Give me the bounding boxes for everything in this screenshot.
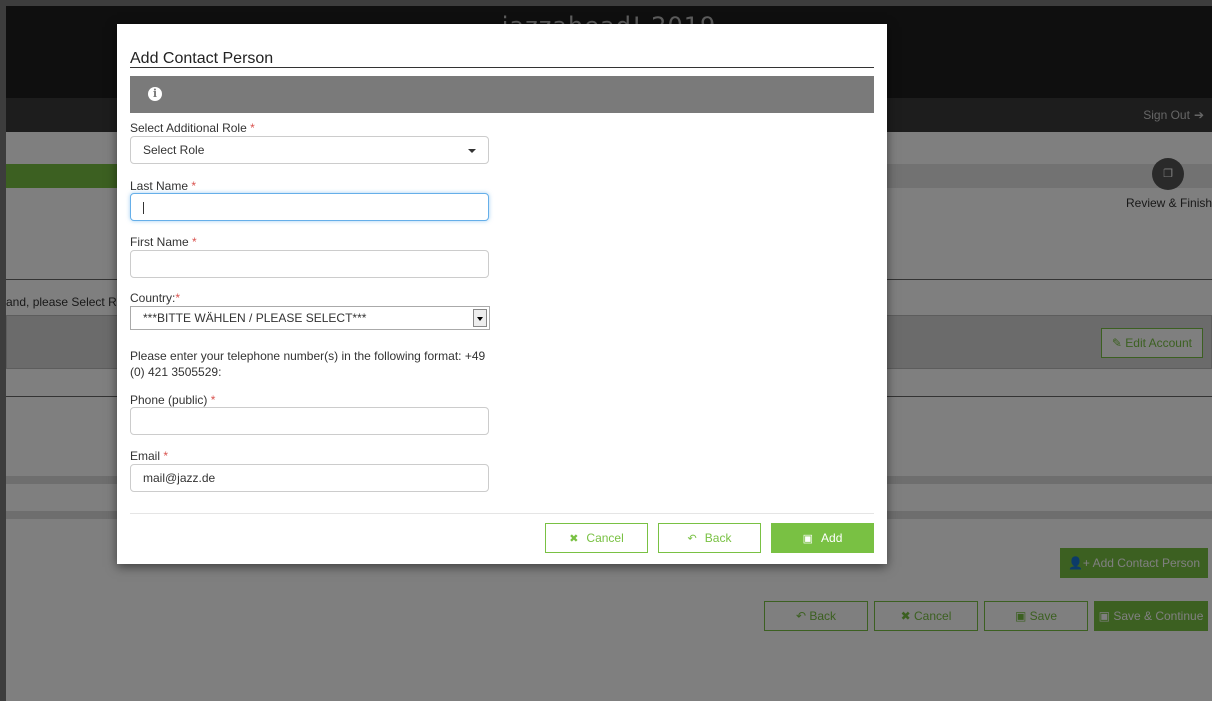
modal-title: Add Contact Person (130, 50, 274, 67)
modal-cancel-label: Cancel (586, 531, 624, 545)
role-select-value: Select Role (143, 143, 205, 157)
dropdown-arrow-icon[interactable] (473, 309, 487, 327)
email-value: mail@jazz.de (143, 471, 216, 485)
modal-back-label: Back (704, 531, 732, 545)
modal-cancel-button[interactable]: ✖ Cancel (545, 523, 648, 553)
add-contact-modal: Add Contact Person i Select Additional R… (117, 24, 887, 564)
email-label-text: Email (130, 449, 161, 463)
times-icon: ✖ (569, 533, 579, 545)
country-label: Country:* (130, 291, 180, 305)
required-marker: * (210, 393, 216, 407)
email-label: Email * (130, 449, 168, 463)
required-marker: * (191, 179, 197, 193)
role-label-text: Select Additional Role (130, 121, 247, 135)
first-name-input[interactable] (130, 250, 489, 278)
reply-icon: ↶ (687, 533, 697, 545)
role-select[interactable]: Select Role (130, 136, 489, 164)
caret-down-icon (468, 149, 476, 153)
last-name-label: Last Name * (130, 179, 196, 193)
last-name-input[interactable] (130, 193, 489, 221)
title-divider (130, 67, 874, 68)
modal-back-button[interactable]: ↶ Back (658, 523, 761, 553)
modal-add-button[interactable]: ▣ Add (771, 523, 874, 553)
email-input[interactable]: mail@jazz.de (130, 464, 489, 492)
last-name-label-text: Last Name (130, 179, 189, 193)
save-icon: ▣ (802, 533, 814, 545)
required-marker: * (163, 449, 169, 463)
country-select-value: ***BITTE WÄHLEN / PLEASE SELECT*** (143, 311, 367, 325)
role-label: Select Additional Role * (130, 121, 255, 135)
text-cursor (143, 201, 144, 214)
info-bar: i (130, 76, 874, 113)
first-name-label-text: First Name (130, 235, 189, 249)
phone-input[interactable] (130, 407, 489, 435)
country-select[interactable]: ***BITTE WÄHLEN / PLEASE SELECT*** (130, 306, 490, 330)
phone-label-text: Phone (public) (130, 393, 208, 407)
required-marker: * (250, 121, 255, 135)
footer-divider (130, 513, 874, 514)
phone-format-help: Please enter your telephone number(s) in… (130, 349, 486, 379)
first-name-label: First Name * (130, 235, 197, 249)
modal-add-label: Add (821, 531, 843, 545)
country-label-text: Country: (130, 291, 176, 305)
phone-label: Phone (public) * (130, 393, 215, 407)
required-marker: * (192, 235, 197, 249)
required-marker: * (175, 291, 181, 305)
info-icon[interactable]: i (148, 87, 162, 101)
